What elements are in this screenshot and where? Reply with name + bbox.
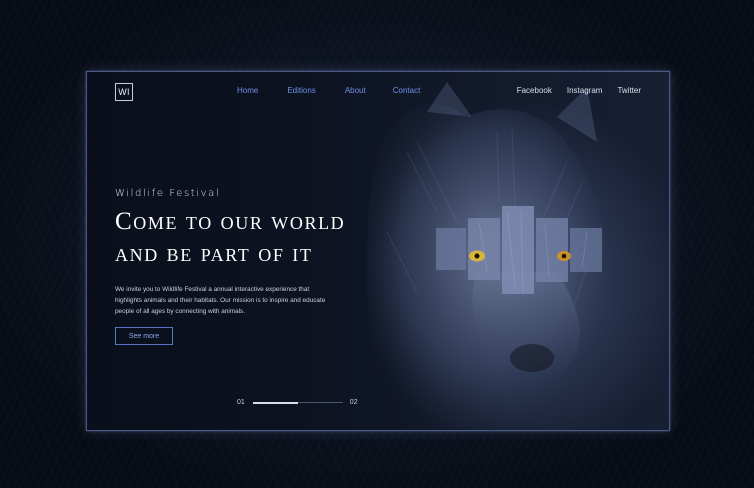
slide-current-number[interactable]: 01 (237, 399, 245, 406)
slide-next-number[interactable]: 02 (350, 399, 358, 406)
hero-eyebrow: Wildlife Festival (115, 188, 221, 199)
nav-home-link[interactable]: Home (237, 86, 258, 95)
nav-contact-link[interactable]: Contact (393, 86, 421, 95)
slide-progress-track[interactable] (252, 401, 343, 404)
landing-page-frame: Wl Home Editions About Contact Facebook … (86, 71, 670, 431)
nav-about-link[interactable]: About (345, 86, 366, 95)
facebook-link[interactable]: Facebook (517, 86, 552, 95)
slide-progress-fill (252, 401, 298, 404)
site-logo[interactable]: Wl (115, 83, 133, 101)
headline-line-1: Come to our world (115, 208, 346, 235)
twitter-link[interactable]: Twitter (617, 86, 641, 95)
main-nav: Home Editions About Contact (237, 86, 420, 95)
hero-description: We invite you to Wildlife Festival a ann… (115, 286, 326, 316)
social-links: Facebook Instagram Twitter (517, 86, 641, 95)
headline-line-2: and be part of it (115, 240, 313, 267)
see-more-button[interactable]: See more (115, 327, 173, 345)
instagram-link[interactable]: Instagram (567, 86, 603, 95)
nav-editions-link[interactable]: Editions (287, 86, 315, 95)
hero-headline: Come to our world and be part of it (115, 206, 415, 270)
slide-pagination: 01 02 (237, 399, 358, 406)
